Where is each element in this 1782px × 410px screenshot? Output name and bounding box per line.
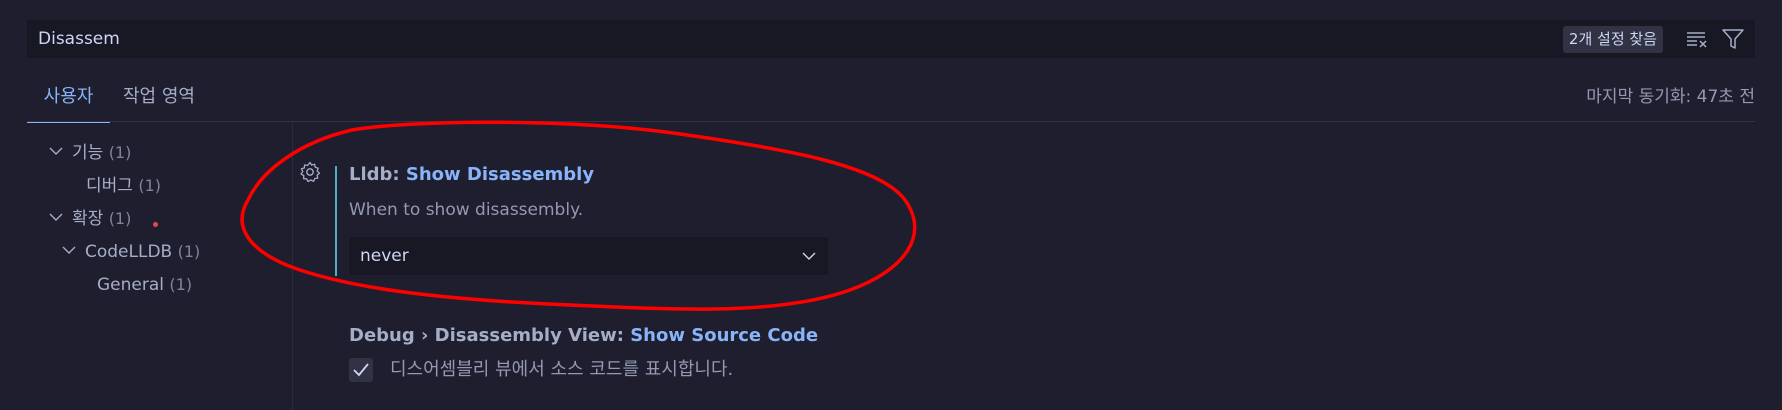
focus-indicator [335, 166, 337, 276]
show-source-code-checkbox[interactable] [349, 358, 373, 382]
tab-user[interactable]: 사용자 [27, 80, 110, 123]
tree-item-count: (1) [177, 242, 201, 261]
settings-editor: 2개 설정 찾음 사용자 작업 영역 마지막 동기화: 47초 전 [0, 0, 1782, 410]
tree-item-label: 확장 [72, 209, 104, 229]
search-result-count: 2개 설정 찾음 [1562, 26, 1663, 53]
tree-item-count: (1) [169, 275, 193, 294]
tree-item-debug[interactable]: 디버그 (1) [86, 171, 161, 201]
tree-item-features[interactable]: 기능 (1) [48, 138, 131, 168]
setting-category: Lldb: [349, 164, 406, 185]
setting-title: Lldb: Show Disassembly [349, 164, 594, 185]
tree-item-label: 디버그 [86, 176, 133, 196]
tab-workspace[interactable]: 작업 영역 [123, 80, 195, 122]
chevron-down-icon [62, 246, 76, 254]
setting-lldb-show-disassembly: Lldb: Show Disassembly When to show disa… [293, 150, 1755, 280]
tree-item-label: CodeLLDB [85, 242, 173, 262]
setting-name: Show Source Code [630, 325, 819, 346]
tree-item-count: (1) [108, 209, 132, 228]
settings-search-bar: 2개 설정 찾음 [27, 20, 1755, 58]
clear-filter-icon[interactable] [1685, 27, 1709, 51]
chevron-down-icon [802, 252, 816, 260]
sync-status: 마지막 동기화: 47초 전 [1586, 87, 1755, 107]
setting-title: Debug › Disassembly View: Show Source Co… [349, 325, 818, 346]
tree-item-count: (1) [108, 143, 132, 162]
tree-item-label: General [97, 275, 164, 295]
select-value: never [360, 246, 409, 266]
tree-item-general[interactable]: General (1) [97, 270, 192, 300]
settings-search-input[interactable] [38, 20, 1338, 58]
setting-category: Debug › Disassembly View: [349, 325, 631, 346]
tree-item-label: 기능 [72, 143, 104, 163]
show-disassembly-select[interactable]: never [349, 237, 828, 275]
modified-indicator [153, 222, 158, 227]
setting-description: When to show disassembly. [349, 200, 584, 220]
check-icon [353, 363, 369, 377]
setting-name: Show Disassembly [405, 164, 595, 185]
setting-debug-show-source-code: Debug › Disassembly View: Show Source Co… [293, 320, 1755, 410]
setting-description: 디스어셈블리 뷰에서 소스 코드를 표시합니다. [390, 359, 734, 380]
gear-icon[interactable] [298, 160, 322, 184]
settings-toc-tree: 기능 (1) 디버그 (1) 확장 (1) CodeLLDB (1) Gener… [0, 122, 292, 410]
tree-item-extensions[interactable]: 확장 (1) [48, 204, 131, 234]
tree-item-count: (1) [138, 176, 161, 195]
chevron-down-icon [49, 147, 63, 155]
filter-icon[interactable] [1721, 27, 1745, 51]
tree-item-codelldb[interactable]: CodeLLDB (1) [61, 237, 200, 267]
chevron-down-icon [49, 213, 63, 221]
